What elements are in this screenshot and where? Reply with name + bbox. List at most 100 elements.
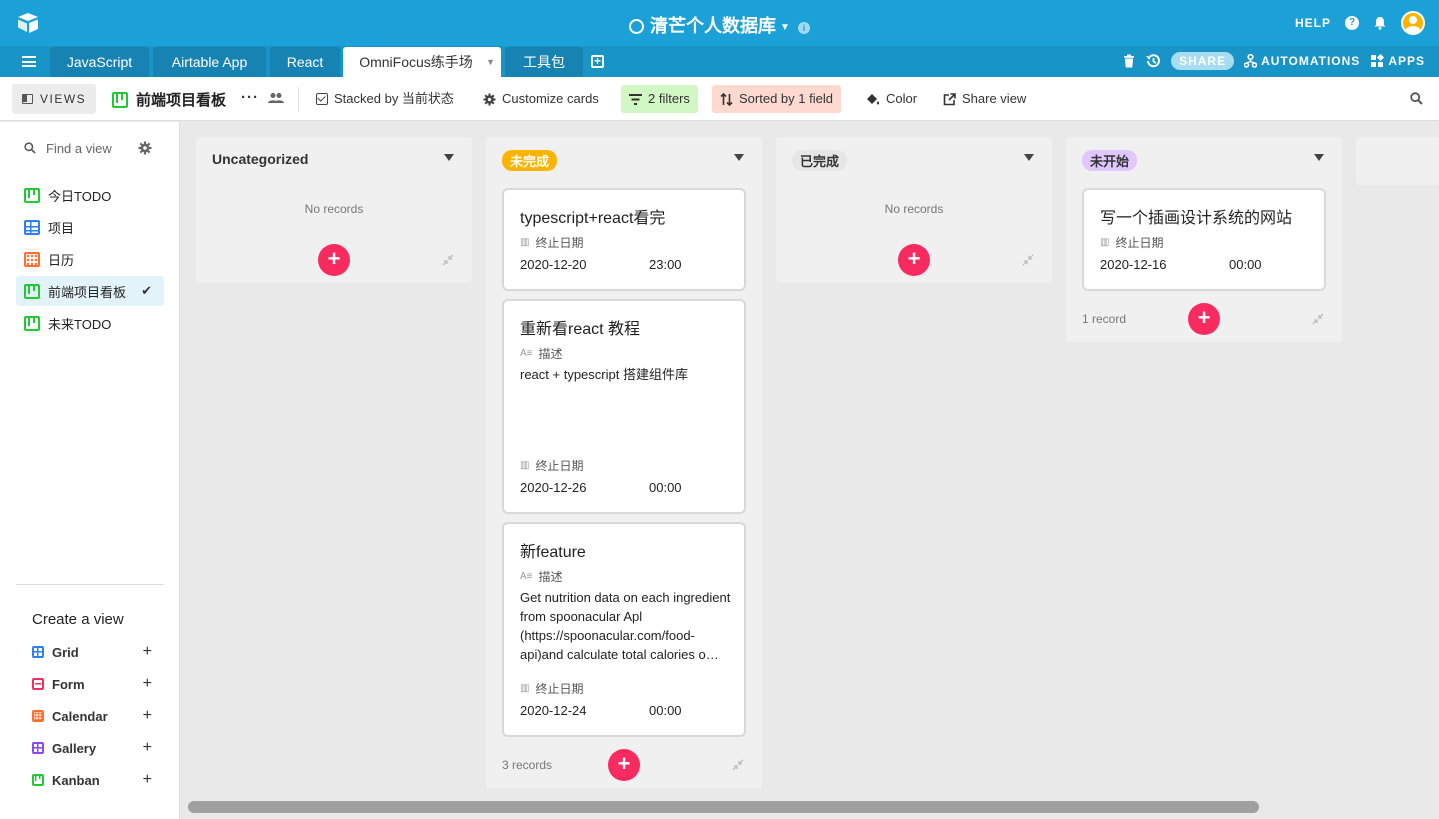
- base-status-circle-icon: [629, 19, 645, 34]
- checkmark-icon: ✔: [141, 283, 152, 298]
- add-record-button[interactable]: +: [1188, 303, 1220, 335]
- find-view-input[interactable]: Find a view: [24, 138, 156, 158]
- card-description: Get nutrition data on each ingredient fr…: [520, 590, 731, 662]
- field-label-text: 描述: [538, 570, 563, 584]
- chevron-down-icon[interactable]: [1024, 154, 1034, 161]
- sidebar-item-label: 未来TODO: [48, 316, 112, 332]
- calendar-icon: [24, 251, 40, 267]
- tab-react[interactable]: React: [270, 47, 340, 77]
- tab-label: Airtable App: [171, 54, 248, 70]
- stack-incomplete: 未完成 typescript+react看完 ▥ 终止日期 2020-12-20 …: [486, 137, 762, 788]
- horizontal-scrollbar[interactable]: [188, 801, 1259, 813]
- share-button[interactable]: SHARE: [1171, 52, 1235, 70]
- create-grid-view[interactable]: Grid +: [32, 642, 156, 662]
- add-stack-area[interactable]: [1356, 137, 1439, 185]
- collapse-icon[interactable]: [732, 759, 744, 771]
- record-card[interactable]: 新feature A≡ 描述 Get nutrition data on each…: [502, 522, 746, 737]
- color-button[interactable]: Color: [858, 85, 925, 113]
- apps-button[interactable]: APPS: [1370, 54, 1425, 68]
- menu-hamburger-icon[interactable]: [22, 56, 36, 67]
- field-label: ▥ 终止日期: [1100, 234, 1163, 251]
- add-record-button[interactable]: +: [318, 244, 350, 276]
- kanban-icon: [24, 187, 40, 203]
- field-label: ▥ 终止日期: [520, 234, 583, 251]
- tab-toolkit[interactable]: 工具包: [505, 47, 583, 77]
- stack-header: Uncategorized: [196, 137, 472, 183]
- trash-icon[interactable]: [1123, 54, 1135, 68]
- sidebar-item-future-todo[interactable]: 未来TODO: [16, 308, 164, 338]
- sidebar-item-frontend-board[interactable]: 前端项目看板 ✔: [16, 276, 164, 306]
- search-icon[interactable]: [1410, 92, 1423, 105]
- collaborators-icon[interactable]: [268, 92, 284, 104]
- tab-label: React: [286, 54, 324, 70]
- sidebar-item-today-todo[interactable]: 今日TODO: [16, 180, 164, 210]
- add-table-icon[interactable]: +: [591, 55, 604, 68]
- card-title: typescript+react看完: [520, 210, 666, 227]
- field-label-text: 终止日期: [535, 682, 584, 696]
- help-link[interactable]: HELP: [1295, 16, 1331, 30]
- tab-label: JavaScript: [66, 54, 133, 70]
- record-card[interactable]: 重新看react 教程 A≡ 描述 react + typescript 搭建组件…: [502, 299, 746, 514]
- gear-icon[interactable]: [138, 141, 152, 155]
- card-date: 2020-12-20: [520, 257, 587, 272]
- filters-button[interactable]: 2 filters: [621, 85, 698, 113]
- tab-label: 工具包: [523, 54, 565, 70]
- automations-button[interactable]: AUTOMATIONS: [1244, 54, 1360, 68]
- plus-icon[interactable]: +: [143, 771, 152, 789]
- collapse-icon[interactable]: [1312, 313, 1324, 325]
- tab-omnifocus[interactable]: OmniFocus练手场 ▼: [343, 47, 501, 77]
- record-card[interactable]: typescript+react看完 ▥ 终止日期 2020-12-20 23:0…: [502, 188, 746, 291]
- collapse-icon[interactable]: [1022, 254, 1034, 266]
- help-question-icon[interactable]: ?: [1345, 16, 1359, 30]
- views-toggle-button[interactable]: VIEWS: [12, 84, 96, 114]
- plus-icon[interactable]: +: [143, 643, 152, 661]
- add-record-button[interactable]: +: [608, 749, 640, 781]
- history-icon[interactable]: [1145, 53, 1161, 69]
- sidebar-item-label: 项目: [48, 220, 75, 236]
- sidebar-divider: [16, 584, 164, 585]
- card-title: 写一个插画设计系统的网站: [1100, 210, 1293, 227]
- avatar[interactable]: [1401, 11, 1425, 35]
- sidebar-item-label: 今日TODO: [48, 188, 112, 204]
- bell-icon[interactable]: [1373, 16, 1387, 30]
- base-title[interactable]: 清芒个人数据库 ▼ i: [0, 12, 1439, 38]
- field-label-text: 终止日期: [1115, 236, 1164, 250]
- create-gallery-view[interactable]: Gallery +: [32, 738, 156, 758]
- share-view-button[interactable]: Share view: [935, 85, 1034, 113]
- record-card[interactable]: 写一个插画设计系统的网站 ▥ 终止日期 2020-12-16 00:00: [1082, 188, 1326, 291]
- collapse-icon[interactable]: [442, 254, 454, 266]
- plus-icon[interactable]: +: [143, 707, 152, 725]
- color-label: Color: [886, 91, 918, 106]
- plus-icon[interactable]: +: [143, 739, 152, 757]
- filters-label: 2 filters: [648, 91, 690, 106]
- field-label: ▥ 终止日期: [520, 680, 583, 697]
- tab-dropdown-caret-icon[interactable]: ▼: [486, 47, 495, 77]
- sidebar-item-calendar[interactable]: 日历: [16, 244, 164, 274]
- customize-cards-button[interactable]: Customize cards: [475, 85, 607, 113]
- stack-not-started: 未开始 写一个插画设计系统的网站 ▥ 终止日期 2020-12-16 00:00 …: [1066, 137, 1342, 342]
- tab-airtable-app[interactable]: Airtable App: [153, 47, 266, 77]
- chevron-down-icon[interactable]: [444, 154, 454, 161]
- plus-icon[interactable]: +: [143, 675, 152, 693]
- more-options-icon[interactable]: ···: [241, 89, 259, 106]
- sidebar-item-projects[interactable]: 项目: [16, 212, 164, 242]
- search-icon: [24, 142, 36, 154]
- card-time: 00:00: [649, 480, 682, 495]
- create-calendar-view[interactable]: Calendar +: [32, 706, 156, 726]
- current-view-label: 前端项目看板: [136, 92, 227, 109]
- card-time: 23:00: [649, 257, 682, 272]
- info-icon[interactable]: i: [797, 22, 810, 34]
- add-record-button[interactable]: +: [898, 244, 930, 276]
- sort-button[interactable]: Sorted by 1 field: [712, 85, 841, 113]
- chevron-down-icon[interactable]: [1314, 154, 1324, 161]
- create-form-view[interactable]: Form +: [32, 674, 156, 694]
- create-kanban-view[interactable]: Kanban +: [32, 770, 156, 790]
- stacked-by-button[interactable]: Stacked by 当前状态: [308, 85, 462, 113]
- tab-javascript[interactable]: JavaScript: [50, 47, 149, 77]
- calendar-icon: [32, 710, 44, 722]
- current-view-name[interactable]: 前端项目看板: [112, 89, 226, 110]
- sidebar-pane-icon: [22, 94, 33, 104]
- base-title-caret-icon[interactable]: ▼: [780, 22, 790, 33]
- field-label: A≡ 描述: [520, 568, 563, 585]
- chevron-down-icon[interactable]: [734, 154, 744, 161]
